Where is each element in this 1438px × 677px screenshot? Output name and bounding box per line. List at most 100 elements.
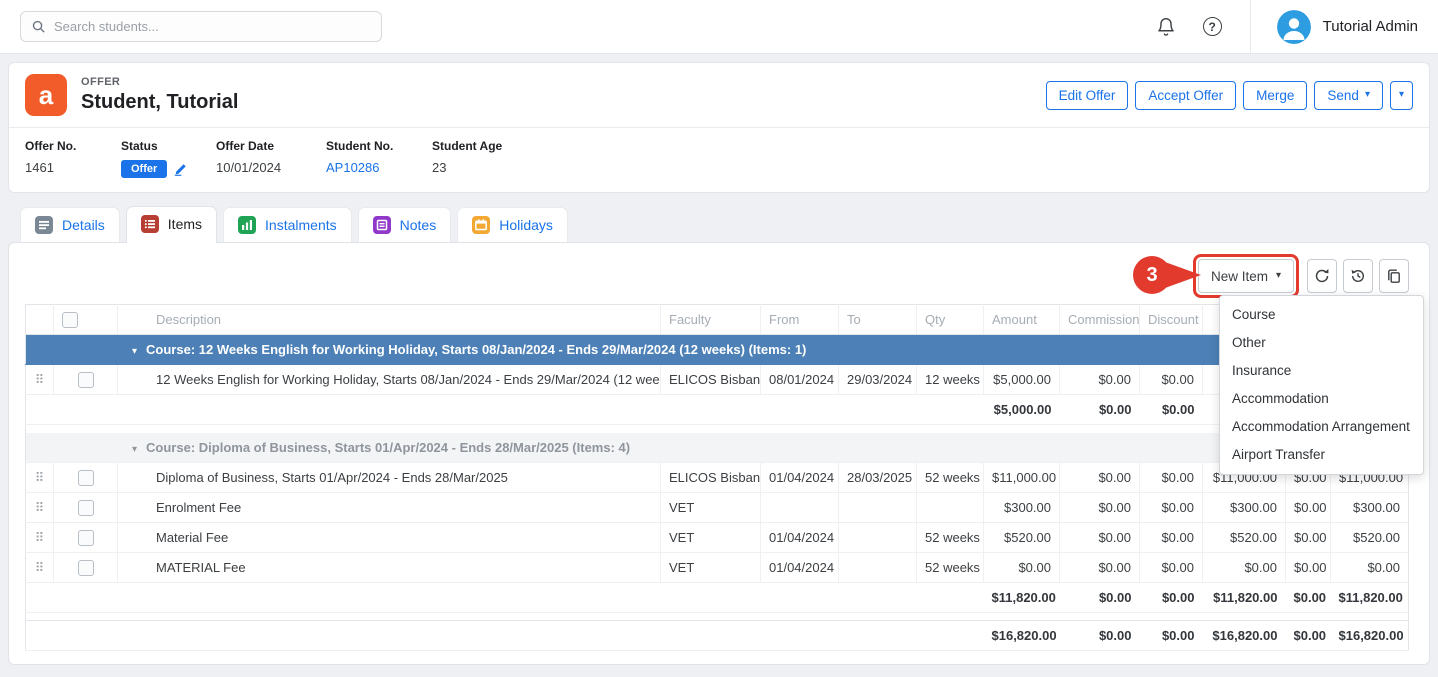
field-label: Offer Date bbox=[216, 139, 326, 153]
merge-button[interactable]: Merge bbox=[1243, 81, 1307, 110]
item-cell: 52 weeks bbox=[917, 523, 984, 553]
row-checkbox[interactable] bbox=[78, 560, 94, 576]
offer-header-top: a OFFER Student, Tutorial Edit Offer Acc… bbox=[9, 63, 1429, 127]
row-checkbox[interactable] bbox=[78, 372, 94, 388]
edit-status-icon[interactable] bbox=[174, 163, 187, 176]
item-row: ⠿Material FeeVET01/04/202452 weeks$520.0… bbox=[26, 523, 1409, 553]
refresh-button[interactable] bbox=[1307, 259, 1337, 293]
items-body: ▾Course: 12 Weeks English for Working Ho… bbox=[26, 335, 1409, 651]
offer-header-card: a OFFER Student, Tutorial Edit Offer Acc… bbox=[8, 62, 1430, 193]
tab-holidays[interactable]: Holidays bbox=[457, 207, 568, 242]
student-no-link[interactable]: AP10286 bbox=[326, 160, 432, 175]
help-icon[interactable]: ? bbox=[1203, 17, 1222, 36]
item-cell: $0.00 bbox=[984, 553, 1060, 583]
field-label: Student No. bbox=[326, 139, 432, 153]
group-row-label: Course: Diploma of Business, Starts 01/A… bbox=[146, 440, 630, 455]
row-checkbox[interactable] bbox=[78, 470, 94, 486]
item-cell: 28/03/2025 bbox=[839, 463, 917, 493]
item-cell: 52 weeks bbox=[917, 463, 984, 493]
menu-item-course[interactable]: Course bbox=[1220, 301, 1423, 329]
status-badge: Offer bbox=[121, 160, 167, 178]
subtotal-row: $5,000.00$0.00$0.00 bbox=[26, 395, 1409, 425]
collapse-caret-icon[interactable]: ▾ bbox=[132, 346, 137, 357]
annotation-step-badge: 3 bbox=[1133, 256, 1171, 294]
field-offer-no: Offer No. 1461 bbox=[25, 139, 121, 178]
drag-handle[interactable]: ⠿ bbox=[26, 493, 54, 523]
offer-logo-icon: a bbox=[25, 74, 67, 116]
subtotal-value: $0.00 bbox=[1140, 583, 1203, 613]
group-header-row: ▾Course: 12 Weeks English for Working Ho… bbox=[26, 335, 1409, 365]
tab-instalments[interactable]: Instalments bbox=[223, 207, 352, 242]
item-cell: VET bbox=[661, 493, 761, 523]
collapse-caret-icon[interactable]: ▾ bbox=[132, 444, 137, 455]
checkbox-cell bbox=[54, 463, 118, 493]
menu-item-accommodation[interactable]: Accommodation bbox=[1220, 385, 1423, 413]
item-cell: $520.00 bbox=[1203, 523, 1286, 553]
item-cell: VET bbox=[661, 523, 761, 553]
holidays-icon bbox=[472, 216, 490, 234]
item-cell: 01/04/2024 bbox=[761, 553, 839, 583]
new-item-button[interactable]: New Item ▾ bbox=[1198, 259, 1294, 293]
drag-handle[interactable]: ⠿ bbox=[26, 523, 54, 553]
item-row: ⠿Enrolment FeeVET$300.00$0.00$0.00$300.0… bbox=[26, 493, 1409, 523]
new-item-label: New Item bbox=[1211, 269, 1268, 284]
item-cell: $0.00 bbox=[1140, 463, 1203, 493]
col-header-discount: Discount bbox=[1140, 305, 1203, 335]
item-cell: $0.00 bbox=[1060, 365, 1140, 395]
offer-logo-letter: a bbox=[39, 80, 53, 111]
total-value: $0.00 bbox=[1286, 621, 1331, 651]
menu-item-other[interactable]: Other bbox=[1220, 329, 1423, 357]
subtotal-value: $5,000.00 bbox=[984, 395, 1060, 425]
field-label: Offer No. bbox=[25, 139, 121, 153]
item-cell: $520.00 bbox=[984, 523, 1060, 553]
drag-handle[interactable]: ⠿ bbox=[26, 463, 54, 493]
item-cell: $11,000.00 bbox=[984, 463, 1060, 493]
new-item-menu: CourseOtherInsuranceAccommodationAccommo… bbox=[1219, 295, 1424, 475]
caret-down-icon: ▾ bbox=[1365, 90, 1370, 100]
annotation-step-number: 3 bbox=[1146, 264, 1157, 287]
item-cell: 01/04/2024 bbox=[761, 463, 839, 493]
menu-item-airport-transfer[interactable]: Airport Transfer bbox=[1220, 441, 1423, 469]
total-value: $16,820.00 bbox=[984, 621, 1060, 651]
item-row: ⠿Diploma of Business, Starts 01/Apr/2024… bbox=[26, 463, 1409, 493]
item-cell: 52 weeks bbox=[917, 553, 984, 583]
menu-item-accommodation-arrangement[interactable]: Accommodation Arrangement bbox=[1220, 413, 1423, 441]
item-cell: $0.00 bbox=[1140, 365, 1203, 395]
tab-details[interactable]: Details bbox=[20, 207, 120, 242]
col-header-handle bbox=[26, 305, 54, 335]
col-header-faculty: Faculty bbox=[661, 305, 761, 335]
more-actions-button[interactable]: ▾ bbox=[1390, 81, 1413, 110]
user-menu[interactable]: Tutorial Admin bbox=[1250, 0, 1418, 54]
topbar-right: ? Tutorial Admin bbox=[1156, 0, 1418, 54]
send-button[interactable]: Send▾ bbox=[1314, 81, 1383, 110]
offer-fields: Offer No. 1461 Status Offer Offer Date 1… bbox=[9, 127, 1429, 192]
subtotal-value: $11,820.00 bbox=[1331, 583, 1409, 613]
accept-offer-button[interactable]: Accept Offer bbox=[1135, 81, 1236, 110]
row-checkbox[interactable] bbox=[78, 530, 94, 546]
items-head-row: DescriptionFacultyFromToQtyAmountCommiss… bbox=[26, 305, 1409, 335]
col-header-to: To bbox=[839, 305, 917, 335]
row-checkbox[interactable] bbox=[78, 500, 94, 516]
page-title: Student, Tutorial bbox=[81, 91, 238, 114]
history-button[interactable] bbox=[1343, 259, 1373, 293]
tab-items[interactable]: Items bbox=[126, 206, 217, 243]
drag-handle[interactable]: ⠿ bbox=[26, 365, 54, 395]
history-icon bbox=[1350, 268, 1366, 284]
copy-button[interactable] bbox=[1379, 259, 1409, 293]
drag-handle[interactable]: ⠿ bbox=[26, 553, 54, 583]
item-cell: $300.00 bbox=[1331, 493, 1409, 523]
search-input[interactable] bbox=[54, 19, 371, 34]
col-header-commission: Commission bbox=[1060, 305, 1140, 335]
search-box[interactable] bbox=[20, 11, 382, 42]
subtotal-value: $0.00 bbox=[1286, 583, 1331, 613]
edit-offer-button[interactable]: Edit Offer bbox=[1046, 81, 1129, 110]
menu-item-insurance[interactable]: Insurance bbox=[1220, 357, 1423, 385]
field-status: Status Offer bbox=[121, 139, 216, 178]
item-cell: 12 weeks bbox=[917, 365, 984, 395]
notifications-bell-icon[interactable] bbox=[1156, 17, 1176, 37]
select-all-checkbox[interactable] bbox=[62, 312, 78, 328]
col-header-qty: Qty bbox=[917, 305, 984, 335]
item-cell bbox=[839, 523, 917, 553]
tab-notes[interactable]: Notes bbox=[358, 207, 452, 242]
item-cell: ELICOS Bisbane bbox=[661, 463, 761, 493]
